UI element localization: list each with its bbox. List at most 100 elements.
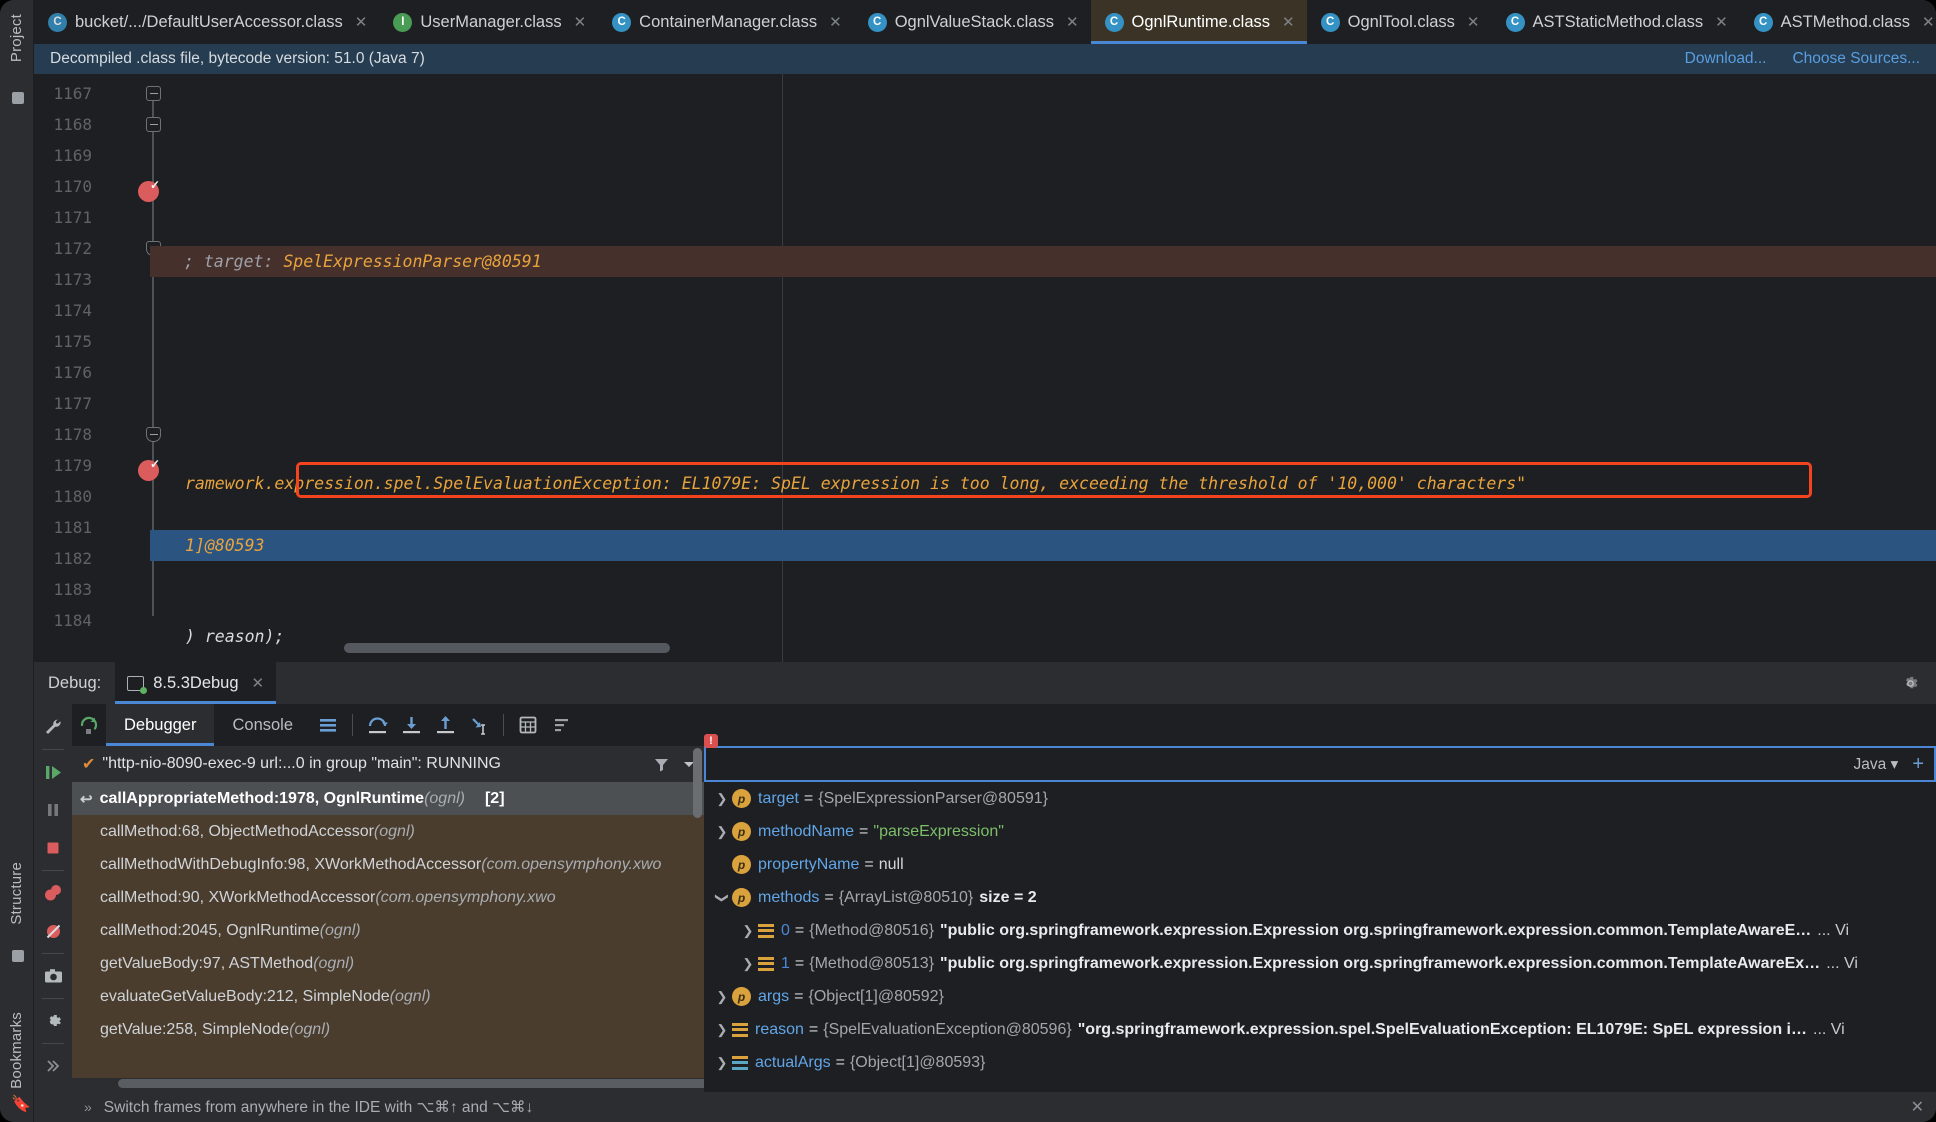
layout-icon[interactable] — [311, 704, 345, 746]
chevron-right-icon[interactable]: ❯ — [712, 1055, 732, 1071]
chevron-right-icon[interactable]: ❯ — [712, 824, 732, 840]
evaluate-language-selector[interactable]: Java ▾ — [1853, 755, 1898, 774]
step-into-icon[interactable] — [394, 704, 428, 746]
variables-tree[interactable]: ❯ p target = {SpelExpressionParser@80591} ❯ p m… — [704, 782, 1936, 1079]
frames-scrollbar[interactable] — [693, 748, 702, 818]
line-number-1172: 1172 — [53, 239, 92, 258]
editor-horizontal-scrollbar[interactable] — [344, 643, 670, 653]
stack-frame-row[interactable]: ↩ callAppropriateMethod:1978, OgnlRuntime… — [72, 782, 704, 815]
stack-frame-row[interactable]: evaluateGetValueBody:212, SimpleNode (og… — [72, 980, 704, 1013]
stack-frame-row[interactable]: callMethodWithDebugInfo:98, XWorkMethodA… — [72, 848, 704, 881]
filter-icon[interactable] — [653, 756, 670, 773]
code-editor[interactable]: 1167 1168 1169 1170 1171 1172 1173 1174 1175 1176… — [34, 74, 1936, 662]
settings-icon[interactable] — [34, 1002, 72, 1040]
pause-icon[interactable] — [34, 791, 72, 829]
editor-tab-ognlruntime-class[interactable]: C OgnlRuntime.class ✕ — [1090, 0, 1307, 44]
tab-debugger[interactable]: Debugger — [106, 704, 215, 746]
resume-icon[interactable] — [34, 753, 72, 791]
variable-name: methodName — [758, 822, 855, 840]
add-watch-icon[interactable]: + — [1912, 753, 1924, 776]
code-fold-marker[interactable] — [146, 117, 161, 132]
camera-icon[interactable] — [34, 957, 72, 995]
sidebar-item-project[interactable]: Project — [8, 14, 25, 62]
close-icon[interactable]: ✕ — [1922, 13, 1935, 31]
call-stack-list[interactable]: ↩ callAppropriateMethod:1978, OgnlRuntime… — [72, 782, 704, 1078]
line-number-1183: 1183 — [53, 580, 92, 599]
variable-row[interactable]: ❯ p target = {SpelExpressionParser@80591} — [704, 782, 1936, 815]
code-fold-marker[interactable] — [146, 427, 161, 442]
editor-tab-usermanager-class[interactable]: I UserManager.class ✕ — [379, 0, 598, 44]
evaluate-expression-input[interactable]: ! Java ▾ + — [704, 734, 1936, 782]
close-icon[interactable]: ✕ — [1715, 13, 1728, 31]
close-icon[interactable]: ✕ — [574, 13, 587, 31]
breakpoint-icon[interactable] — [138, 178, 160, 202]
thread-selector[interactable]: ✔ "http-nio-8090-exec-9 url:...0 in grou… — [72, 746, 704, 782]
stack-frame-row[interactable]: callMethod:90, XWorkMethodAccessor (com.… — [72, 881, 704, 914]
variable-row[interactable]: ❯ p args = {Object[1]@80592} — [704, 980, 1936, 1013]
breakpoints-icon[interactable] — [34, 874, 72, 912]
stack-frame-row[interactable]: getValueBody:97, ASTMethod (ognl) — [72, 947, 704, 980]
chevron-down-icon[interactable]: ❯ — [714, 888, 730, 908]
chevron-right-icon[interactable]: ❯ — [712, 791, 732, 807]
close-icon[interactable]: ✕ — [1911, 1097, 1924, 1117]
more-icon[interactable] — [34, 1047, 72, 1085]
tab-console[interactable]: Console — [214, 704, 311, 746]
editor-tab-bucket-defaultuseraccessor-class[interactable]: Cbucket/.../DefaultUserAccessor.class ✕ — [34, 0, 379, 44]
rerun-icon[interactable] — [72, 704, 106, 746]
editor-tab-ognltool-class[interactable]: C OgnlTool.class ✕ — [1307, 0, 1492, 44]
variable-row[interactable]: p propertyName = null — [704, 848, 1936, 881]
mute-breakpoints-icon[interactable] — [34, 912, 72, 950]
variable-row[interactable]: ❯ p methods = {ArrayList@80510} size = 2 — [704, 881, 1936, 914]
evaluate-icon[interactable] — [511, 704, 545, 746]
sidebar-item-bookmarks[interactable]: Bookmarks — [8, 1012, 25, 1089]
expand-icon[interactable]: » — [84, 1099, 92, 1115]
download-sources-link[interactable]: Download... — [1685, 50, 1767, 68]
variable-row[interactable]: ❯ actualArgs = {Object[1]@80593} — [704, 1046, 1936, 1079]
stack-frame-row[interactable]: getValue:258, SimpleNode (ognl) — [72, 1013, 704, 1046]
error-marker-icon[interactable]: ! — [704, 734, 718, 748]
step-out-icon[interactable] — [428, 704, 462, 746]
close-icon[interactable]: ✕ — [829, 13, 842, 31]
stack-frame-row[interactable]: callMethod:68, ObjectMethodAccessor (ogn… — [72, 815, 704, 848]
editor-tab-label: OgnlTool.class — [1347, 12, 1455, 31]
editor-tab-containermanager-class[interactable]: C ContainerManager.class ✕ — [598, 0, 854, 44]
variable-row[interactable]: ❯ 0 = {Method@80516} "public org.springframe… — [704, 914, 1936, 947]
stop-icon[interactable] — [34, 829, 72, 867]
variable-row[interactable]: ❯ p methodName = "parseExpression" — [704, 815, 1936, 848]
choose-sources-link[interactable]: Choose Sources... — [1792, 50, 1920, 68]
step-over-icon[interactable] — [360, 704, 394, 746]
frames-horizontal-scrollbar[interactable] — [118, 1079, 718, 1088]
gear-icon[interactable] — [1885, 674, 1936, 693]
close-icon[interactable]: ✕ — [1282, 13, 1295, 31]
code-line-1182: ) reason); — [150, 621, 284, 652]
variable-row[interactable]: ❯ 1 = {Method@80513} "public org.springframe… — [704, 947, 1936, 980]
chevron-right-icon[interactable]: ❯ — [738, 956, 758, 972]
variable-row[interactable]: ❯ reason = {SpelEvaluationException@80596} "… — [704, 1013, 1936, 1046]
close-icon[interactable]: ✕ — [1066, 13, 1079, 31]
structure-icon[interactable] — [12, 950, 24, 962]
wrench-icon[interactable] — [34, 708, 72, 746]
divider — [42, 870, 64, 871]
project-panel-icon[interactable] — [12, 92, 24, 104]
close-icon[interactable]: ✕ — [252, 674, 265, 692]
close-icon[interactable]: ✕ — [1467, 13, 1480, 31]
code-fold-marker[interactable] — [146, 86, 161, 101]
variable-ref: {SpelEvaluationException@80596} — [823, 1020, 1072, 1038]
run-to-cursor-icon[interactable] — [462, 704, 496, 746]
editor-tab-astmethod-class[interactable]: C ASTMethod.class ✕ — [1740, 0, 1936, 44]
sidebar-item-structure[interactable]: Structure — [8, 862, 25, 925]
close-icon[interactable]: ✕ — [355, 13, 368, 31]
stack-frame-row[interactable]: callMethod:2045, OgnlRuntime (ognl) — [72, 914, 704, 947]
debug-panel-label: Debug: — [48, 673, 102, 692]
chevron-right-icon[interactable]: ❯ — [712, 1022, 732, 1038]
chevron-right-icon[interactable]: ❯ — [712, 989, 732, 1005]
editor-gutter[interactable]: 1167 1168 1169 1170 1171 1172 1173 1174 1175 1176… — [34, 74, 161, 662]
debug-session-tab[interactable]: 8.5.3Debug ✕ — [115, 662, 277, 704]
chevron-right-icon[interactable]: ❯ — [738, 923, 758, 939]
editor-tab-aststaticmethod-class[interactable]: C ASTStaticMethod.class ✕ — [1492, 0, 1740, 44]
variable-equals: = — [824, 888, 834, 906]
sort-icon[interactable] — [545, 704, 579, 746]
editor-tab-ognlvaluestack-class[interactable]: C OgnlValueStack.class ✕ — [854, 0, 1091, 44]
line-number-1177: 1177 — [53, 394, 92, 413]
bookmark-icon[interactable]: 🔖 — [11, 1094, 31, 1114]
